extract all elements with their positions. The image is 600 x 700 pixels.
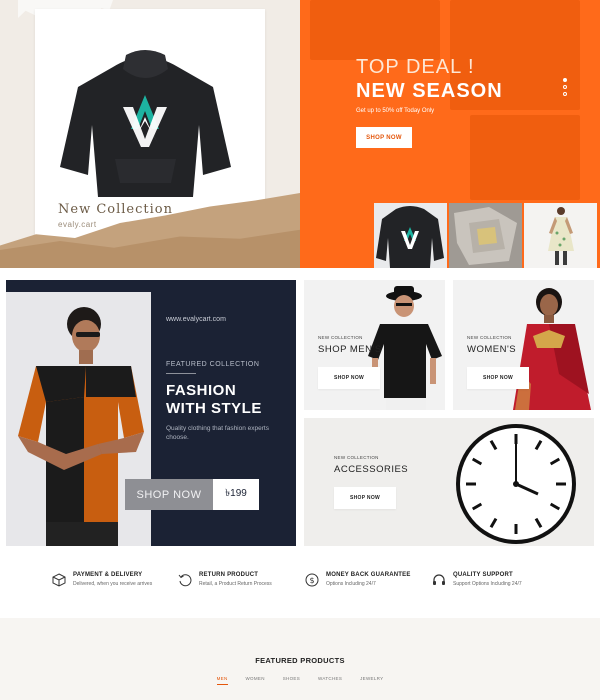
slider-dots — [563, 78, 567, 96]
featured-title-line1: FASHION — [166, 382, 237, 399]
deal-shop-now-button[interactable]: SHOP NOW — [356, 127, 412, 148]
category-card-accessories[interactable]: NEW COLLECTION ACCESSORIES SHOP NOW — [304, 418, 594, 546]
tab-watches[interactable]: WATCHES — [318, 676, 342, 685]
featured-products-title: FEATURED PRODUCTS — [255, 656, 345, 665]
service-description: Options Including 24/7 — [326, 581, 376, 587]
accessories-card-kicker: NEW COLLECTION — [334, 455, 379, 460]
box-icon — [52, 573, 66, 587]
thumbnail-hoodie[interactable] — [374, 203, 447, 268]
service-title: QUALITY SUPPORT — [453, 572, 513, 578]
fabric-thumb-image — [449, 203, 522, 268]
men-shop-now-button[interactable]: SHOP NOW — [318, 367, 380, 389]
thumbnail-kurti[interactable] — [524, 203, 597, 268]
slider-dot-1[interactable] — [563, 78, 567, 82]
featured-products-section: FEATURED PRODUCTS MEN WOMEN SHOES WATCHE… — [0, 618, 600, 700]
kurti-thumb-image — [548, 207, 574, 265]
category-card-men[interactable]: NEW COLLECTION SHOP MEN'S SHOP NOW — [304, 280, 445, 410]
tab-women[interactable]: WOMEN — [246, 676, 265, 685]
service-title: PAYMENT & DELIVERY — [73, 572, 143, 578]
wall-clock-image — [456, 424, 576, 544]
women-model-image — [513, 288, 591, 410]
service-description: Support Options Including 24/7 — [453, 581, 522, 587]
hero-new-collection[interactable]: New Collection evaly.cart — [0, 0, 300, 268]
service-payment-delivery: PAYMENT & DELIVERY Delivered, when you r… — [52, 572, 152, 587]
service-description: Retail, a Product Return Process — [199, 581, 272, 587]
slider-dot-3[interactable] — [563, 92, 567, 96]
deal-title: NEW SEASON — [356, 80, 503, 102]
featured-description: Quality clothing that fashion experts ch… — [166, 425, 269, 441]
men-card-title: SHOP MEN'S — [318, 344, 382, 355]
service-title: MONEY BACK GUARANTEE — [326, 572, 411, 578]
accessories-card-title: ACCESSORIES — [334, 464, 409, 475]
service-quality-support: QUALITY SUPPORT Support Options Includin… — [432, 572, 522, 587]
service-title: RETURN PRODUCT — [199, 572, 259, 578]
featured-title: FASHION WITH STYLE — [166, 382, 262, 418]
men-card-kicker: NEW COLLECTION — [318, 335, 363, 340]
tab-men[interactable]: MEN — [216, 676, 228, 685]
service-description: Delivered, when you receive arrives — [73, 581, 153, 587]
headset-icon — [433, 574, 445, 585]
featured-divider — [166, 373, 196, 374]
slider-thumbnails — [374, 203, 597, 268]
faded-background-image — [310, 0, 440, 60]
women-card-title: WOMEN'S — [467, 344, 517, 355]
service-features-bar: PAYMENT & DELIVERY Delivered, when you r… — [0, 560, 600, 610]
slider-dot-2[interactable] — [563, 85, 567, 89]
featured-title-line2: WITH STYLE — [166, 400, 262, 417]
featured-shop-now-button[interactable]: SHOP NOW — [125, 479, 213, 510]
service-money-back: $ MONEY BACK GUARANTEE Options Including… — [305, 572, 411, 587]
svg-text:$: $ — [309, 576, 314, 585]
hero-top-deal-slider: TOP DEAL ! NEW SEASON Get up to 50% off … — [300, 0, 600, 268]
tab-jewelry[interactable]: JEWELRY — [360, 676, 383, 685]
collection-title: New Collection — [58, 202, 173, 217]
accessories-shop-now-button[interactable]: SHOP NOW — [334, 487, 396, 509]
collection-subtitle: evaly.cart — [58, 220, 97, 229]
deal-subtitle: Get up to 50% off Today Only — [356, 108, 435, 114]
hoodie-image — [60, 50, 231, 197]
category-card-women[interactable]: NEW COLLECTION WOMEN'S SHOP NOW — [453, 280, 594, 410]
featured-kicker: FEATURED COLLECTION — [166, 361, 260, 368]
hoodie-thumb-image — [376, 206, 444, 268]
product-category-tabs: MEN WOMEN SHOES WATCHES JEWELRY — [0, 676, 600, 685]
women-card-kicker: NEW COLLECTION — [467, 335, 512, 340]
featured-collection-banner[interactable]: www.evalycart.com FEATURED COLLECTION FA… — [6, 280, 296, 546]
tab-shoes[interactable]: SHOES — [283, 676, 300, 685]
thumbnail-fabric[interactable] — [449, 203, 522, 268]
women-shop-now-button[interactable]: SHOP NOW — [467, 367, 529, 389]
featured-price-tag: ৳199 — [213, 479, 259, 510]
faded-model-image-2 — [470, 115, 580, 200]
return-icon — [178, 574, 192, 587]
money-icon: $ — [305, 573, 319, 587]
deal-kicker: TOP DEAL ! — [356, 56, 475, 78]
service-return-product: RETURN PRODUCT Retail, a Product Return … — [178, 572, 272, 587]
website-url[interactable]: www.evalycart.com — [166, 316, 226, 323]
